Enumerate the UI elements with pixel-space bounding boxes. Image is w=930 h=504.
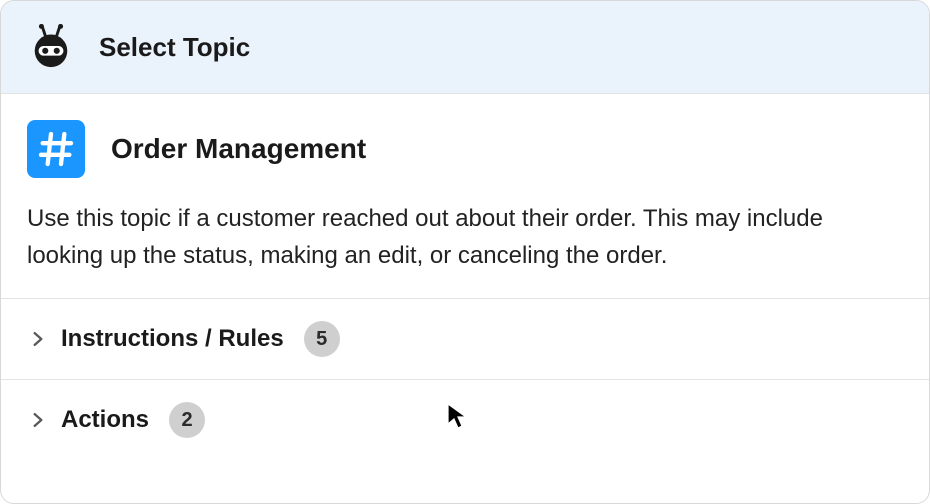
accordion-instructions-label: Instructions / Rules: [61, 325, 284, 353]
actions-count-badge: 2: [169, 402, 205, 438]
card-header: Select Topic: [1, 1, 929, 94]
topic-title-row: Order Management: [27, 120, 903, 178]
topic-section: Order Management Use this topic if a cus…: [1, 94, 929, 299]
hash-icon: [27, 120, 85, 178]
agent-icon: [27, 23, 75, 71]
accordion-actions[interactable]: Actions 2: [1, 380, 929, 460]
accordion-instructions[interactable]: Instructions / Rules 5: [1, 299, 929, 380]
topic-description: Use this topic if a customer reached out…: [27, 200, 903, 274]
instructions-count-badge: 5: [304, 321, 340, 357]
accordion-actions-label: Actions: [61, 406, 149, 434]
chevron-right-icon: [27, 409, 49, 431]
chevron-right-icon: [27, 328, 49, 350]
topic-title: Order Management: [111, 133, 366, 165]
card-header-title: Select Topic: [99, 32, 250, 63]
topic-card: Select Topic Order Management Use this t…: [0, 0, 930, 504]
